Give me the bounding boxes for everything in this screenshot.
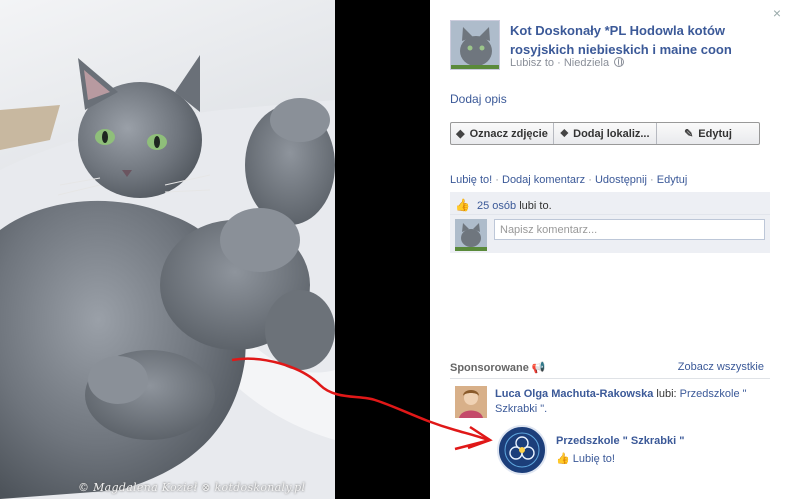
edit-link[interactable]: Edytuj — [657, 174, 688, 186]
megaphone-icon: 📢 — [531, 362, 546, 374]
post-date[interactable]: Niedziela — [564, 57, 609, 69]
likes-summary: 👍 25 osób lubi to. — [455, 198, 552, 212]
social-ad-text: Luca Olga Machuta-Rakowska lubi: Przedsz… — [495, 387, 760, 417]
cat-photo[interactable]: © Magdalena Kozieł ⊗ kotdoskonaly.pl — [0, 0, 335, 499]
share-link[interactable]: Udostępnij — [595, 174, 647, 186]
edit-photo-label: Edytuj — [698, 127, 732, 140]
add-location-button[interactable]: ⬥ Dodaj lokaliz... — [554, 123, 657, 144]
actions-separator: · — [495, 174, 499, 186]
page-like-status[interactable]: Lubisz to — [510, 57, 554, 69]
post-meta: Lubisz to · Niedziela — [510, 57, 625, 69]
likes-and-comments-box: 👍 25 osób lubi to. — [450, 192, 770, 253]
photo-toolbar: ◆ Oznacz zdjęcie ⬥ Dodaj lokaliz... ✎ Ed… — [450, 122, 760, 145]
location-pin-icon: ⬥ — [560, 127, 569, 139]
ad-like-label: Lubię to! — [572, 453, 615, 465]
edit-photo-button[interactable]: ✎ Edytuj — [657, 123, 759, 144]
add-location-label: Dodaj lokaliz... — [573, 127, 650, 140]
photo-stage[interactable]: © Magdalena Kozieł ⊗ kotdoskonaly.pl — [0, 0, 430, 499]
like-link[interactable]: Lubię to! — [450, 174, 492, 186]
sponsored-divider — [450, 378, 770, 379]
ad-like-button[interactable]: 👍 Lubię to! — [556, 452, 615, 465]
pencil-icon: ✎ — [684, 128, 694, 140]
likes-suffix: lubi to. — [519, 200, 552, 212]
friend-name-link[interactable]: Luca Olga Machuta-Rakowska — [495, 388, 653, 400]
add-description-link[interactable]: Dodaj opis — [450, 92, 507, 106]
actions-separator: · — [588, 174, 592, 186]
page-avatar[interactable] — [450, 20, 500, 70]
sponsored-heading: Sponsorowane 📢 — [450, 361, 546, 374]
globe-icon[interactable] — [614, 57, 625, 67]
friend-avatar[interactable] — [455, 386, 487, 418]
page-name-link[interactable]: Kot Doskonały *PL Hodowla kotów rosyjski… — [510, 21, 765, 59]
liked-verb: lubi: — [656, 388, 677, 400]
photo-watermark: © Magdalena Kozieł ⊗ kotdoskonaly.pl — [78, 481, 306, 494]
ad-page-logo[interactable] — [497, 425, 547, 475]
likebox-divider — [450, 214, 770, 215]
cat-photo-illustration — [0, 55, 335, 499]
commenter-avatar[interactable] — [455, 219, 487, 251]
flower-logo-icon — [501, 429, 543, 471]
likes-count-link[interactable]: 25 osób — [477, 200, 516, 212]
photo-side-panel: × Kot Doskonały *PL Hodowla kotów rosyjs… — [430, 0, 790, 499]
friend-avatar-photo — [455, 386, 487, 418]
page-avatar-cat-icon — [451, 21, 499, 69]
close-icon[interactable]: × — [770, 6, 784, 20]
actions-separator: · — [650, 174, 654, 186]
post-actions: Lubię to! · Dodaj komentarz · Udostępnij… — [450, 174, 687, 186]
ad-page-name-link[interactable]: Przedszkole " Szkrabki " — [556, 435, 684, 447]
tag-photo-label: Oznacz zdjęcie — [469, 127, 548, 140]
comment-input[interactable] — [494, 219, 765, 240]
sponsored-title: Sponsorowane — [450, 362, 529, 374]
meta-separator: · — [557, 57, 561, 69]
commenter-avatar-cat-icon — [455, 219, 487, 251]
tag-icon: ◆ — [456, 128, 465, 140]
thumbs-up-icon: 👍 — [455, 198, 470, 212]
thumbs-up-icon: 👍 — [556, 453, 570, 465]
tag-photo-button[interactable]: ◆ Oznacz zdjęcie — [451, 123, 554, 144]
comment-link[interactable]: Dodaj komentarz — [502, 174, 585, 186]
see-all-link[interactable]: Zobacz wszystkie — [678, 361, 764, 373]
